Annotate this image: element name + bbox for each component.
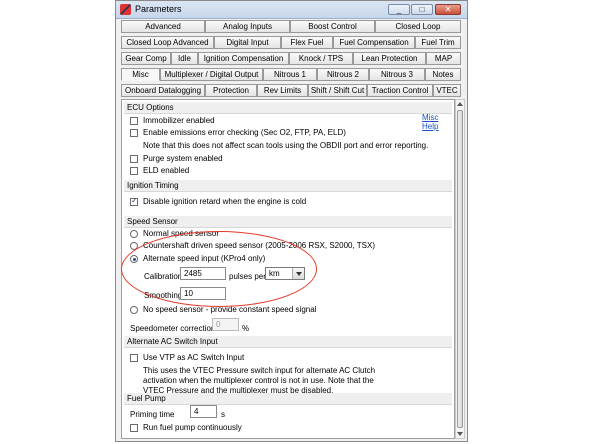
- minimize-button[interactable]: _: [388, 4, 410, 15]
- immobilizer-label: Immobilizer enabled: [143, 116, 215, 125]
- tab-misc[interactable]: Misc: [121, 68, 160, 81]
- priming-time-input[interactable]: 4: [190, 405, 217, 418]
- scroll-thumb[interactable]: [457, 110, 463, 428]
- tab-fuel-compensation[interactable]: Fuel Compensation: [333, 36, 415, 49]
- tab-idle[interactable]: Idle: [171, 52, 198, 65]
- emissions-checkbox[interactable]: [130, 129, 138, 137]
- use-vtp-label: Use VTP as AC Switch Input: [143, 353, 245, 362]
- tab-vtec[interactable]: VTEC: [433, 84, 461, 97]
- misc-panel: ECU Options Misc Help Immobilizer enable…: [121, 99, 455, 439]
- tab-knock-tps[interactable]: Knock / TPS: [289, 52, 353, 65]
- tab-closed-loop-advanced[interactable]: Closed Loop Advanced: [121, 36, 214, 49]
- parameters-window: Parameters _ □ ✕ Advanced Analog Inputs …: [115, 0, 468, 442]
- tab-fuel-trim[interactable]: Fuel Trim: [415, 36, 461, 49]
- calibration-input[interactable]: 2485: [180, 267, 226, 280]
- no-speed-label: No speed sensor - provide constant speed…: [143, 305, 317, 314]
- immobilizer-checkbox[interactable]: [130, 117, 138, 125]
- tab-gear-comp[interactable]: Gear Comp: [121, 52, 171, 65]
- tab-boost-control[interactable]: Boost Control: [290, 20, 375, 33]
- tab-notes[interactable]: Notes: [425, 68, 461, 81]
- eld-label: ELD enabled: [143, 166, 190, 175]
- normal-speed-radio[interactable]: [130, 230, 138, 238]
- ac-desc-line2: activation when the multiplexer control …: [143, 376, 374, 385]
- section-ecu-options: ECU Options: [124, 102, 452, 114]
- tab-shift-shift-cut[interactable]: Shift / Shift Cut: [308, 84, 367, 97]
- tab-rev-limits[interactable]: Rev Limits: [257, 84, 308, 97]
- tab-digital-input[interactable]: Digital Input: [214, 36, 281, 49]
- countershaft-radio[interactable]: [130, 242, 138, 250]
- tab-ignition-compensation[interactable]: Ignition Compensation: [198, 52, 289, 65]
- smoothing-label: Smoothing: [144, 291, 183, 300]
- pulses-per-label: pulses per: [229, 272, 266, 281]
- calibration-label: Calibration: [144, 272, 183, 281]
- alternate-speed-radio[interactable]: [130, 255, 138, 263]
- tab-closed-loop[interactable]: Closed Loop: [375, 20, 461, 33]
- window-title: Parameters: [135, 4, 182, 14]
- chevron-down-icon[interactable]: [292, 268, 304, 279]
- countershaft-label: Countershaft driven speed sensor (2005-2…: [143, 241, 375, 250]
- section-ignition-timing: Ignition Timing: [124, 180, 452, 192]
- fuel-pump-continuous-checkbox[interactable]: [130, 424, 138, 432]
- tab-lean-protection[interactable]: Lean Protection: [353, 52, 426, 65]
- tab-multiplexer-digital-output[interactable]: Multiplexer / Digital Output: [160, 68, 263, 81]
- tab-map[interactable]: MAP: [426, 52, 461, 65]
- speedometer-correction-input[interactable]: 0: [212, 318, 239, 331]
- alternate-speed-label: Alternate speed input (KPro4 only): [143, 254, 266, 263]
- priming-time-label: Priming time: [130, 410, 175, 419]
- app-icon: [120, 4, 131, 15]
- emissions-label: Enable emissions error checking (Sec O2,…: [143, 128, 346, 137]
- fuel-pump-continuous-label: Run fuel pump continuously: [143, 423, 242, 432]
- tab-onboard-datalogging[interactable]: Onboard Datalogging: [121, 84, 205, 97]
- ac-desc-line1: This uses the VTEC Pressure switch input…: [143, 366, 376, 375]
- tab-nitrous-3[interactable]: Nitrous 3: [369, 68, 425, 81]
- correction-unit: %: [242, 324, 250, 333]
- close-button[interactable]: ✕: [435, 4, 461, 15]
- scroll-down-icon[interactable]: [457, 432, 463, 436]
- tab-protection[interactable]: Protection: [205, 84, 257, 97]
- eld-checkbox[interactable]: [130, 167, 138, 175]
- tab-nitrous-2[interactable]: Nitrous 2: [317, 68, 369, 81]
- tab-flex-fuel[interactable]: Flex Fuel: [281, 36, 333, 49]
- distance-unit-value: km: [269, 269, 280, 278]
- scroll-up-icon[interactable]: [457, 102, 463, 106]
- misc-help-link[interactable]: Misc Help: [422, 113, 454, 131]
- section-speed-sensor: Speed Sensor: [124, 216, 452, 228]
- use-vtp-checkbox[interactable]: [130, 354, 138, 362]
- title-bar[interactable]: Parameters _ □ ✕: [116, 1, 467, 19]
- speedometer-correction-label: Speedometer correction: [130, 324, 216, 333]
- ignition-retard-checkbox[interactable]: [130, 196, 138, 206]
- tab-traction-control[interactable]: Traction Control: [367, 84, 433, 97]
- tab-nitrous-1[interactable]: Nitrous 1: [263, 68, 317, 81]
- vertical-scrollbar[interactable]: [455, 99, 465, 439]
- distance-unit-select[interactable]: km: [265, 267, 305, 280]
- section-fuel-pump: Fuel Pump: [124, 393, 452, 405]
- tab-advanced[interactable]: Advanced: [121, 20, 205, 33]
- tab-analog-inputs[interactable]: Analog Inputs: [205, 20, 290, 33]
- priming-time-unit: s: [221, 410, 225, 419]
- ignition-retard-label: Disable ignition retard when the engine …: [143, 197, 307, 206]
- section-ac-switch: Alternate AC Switch Input: [124, 336, 452, 348]
- smoothing-input[interactable]: 10: [180, 287, 226, 300]
- no-speed-radio[interactable]: [130, 306, 138, 314]
- emissions-note: Note that this does not affect scan tool…: [143, 141, 429, 150]
- maximize-button[interactable]: □: [411, 4, 433, 15]
- purge-checkbox[interactable]: [130, 155, 138, 163]
- normal-speed-label: Normal speed sensor: [143, 229, 220, 238]
- purge-label: Purge system enabled: [143, 154, 223, 163]
